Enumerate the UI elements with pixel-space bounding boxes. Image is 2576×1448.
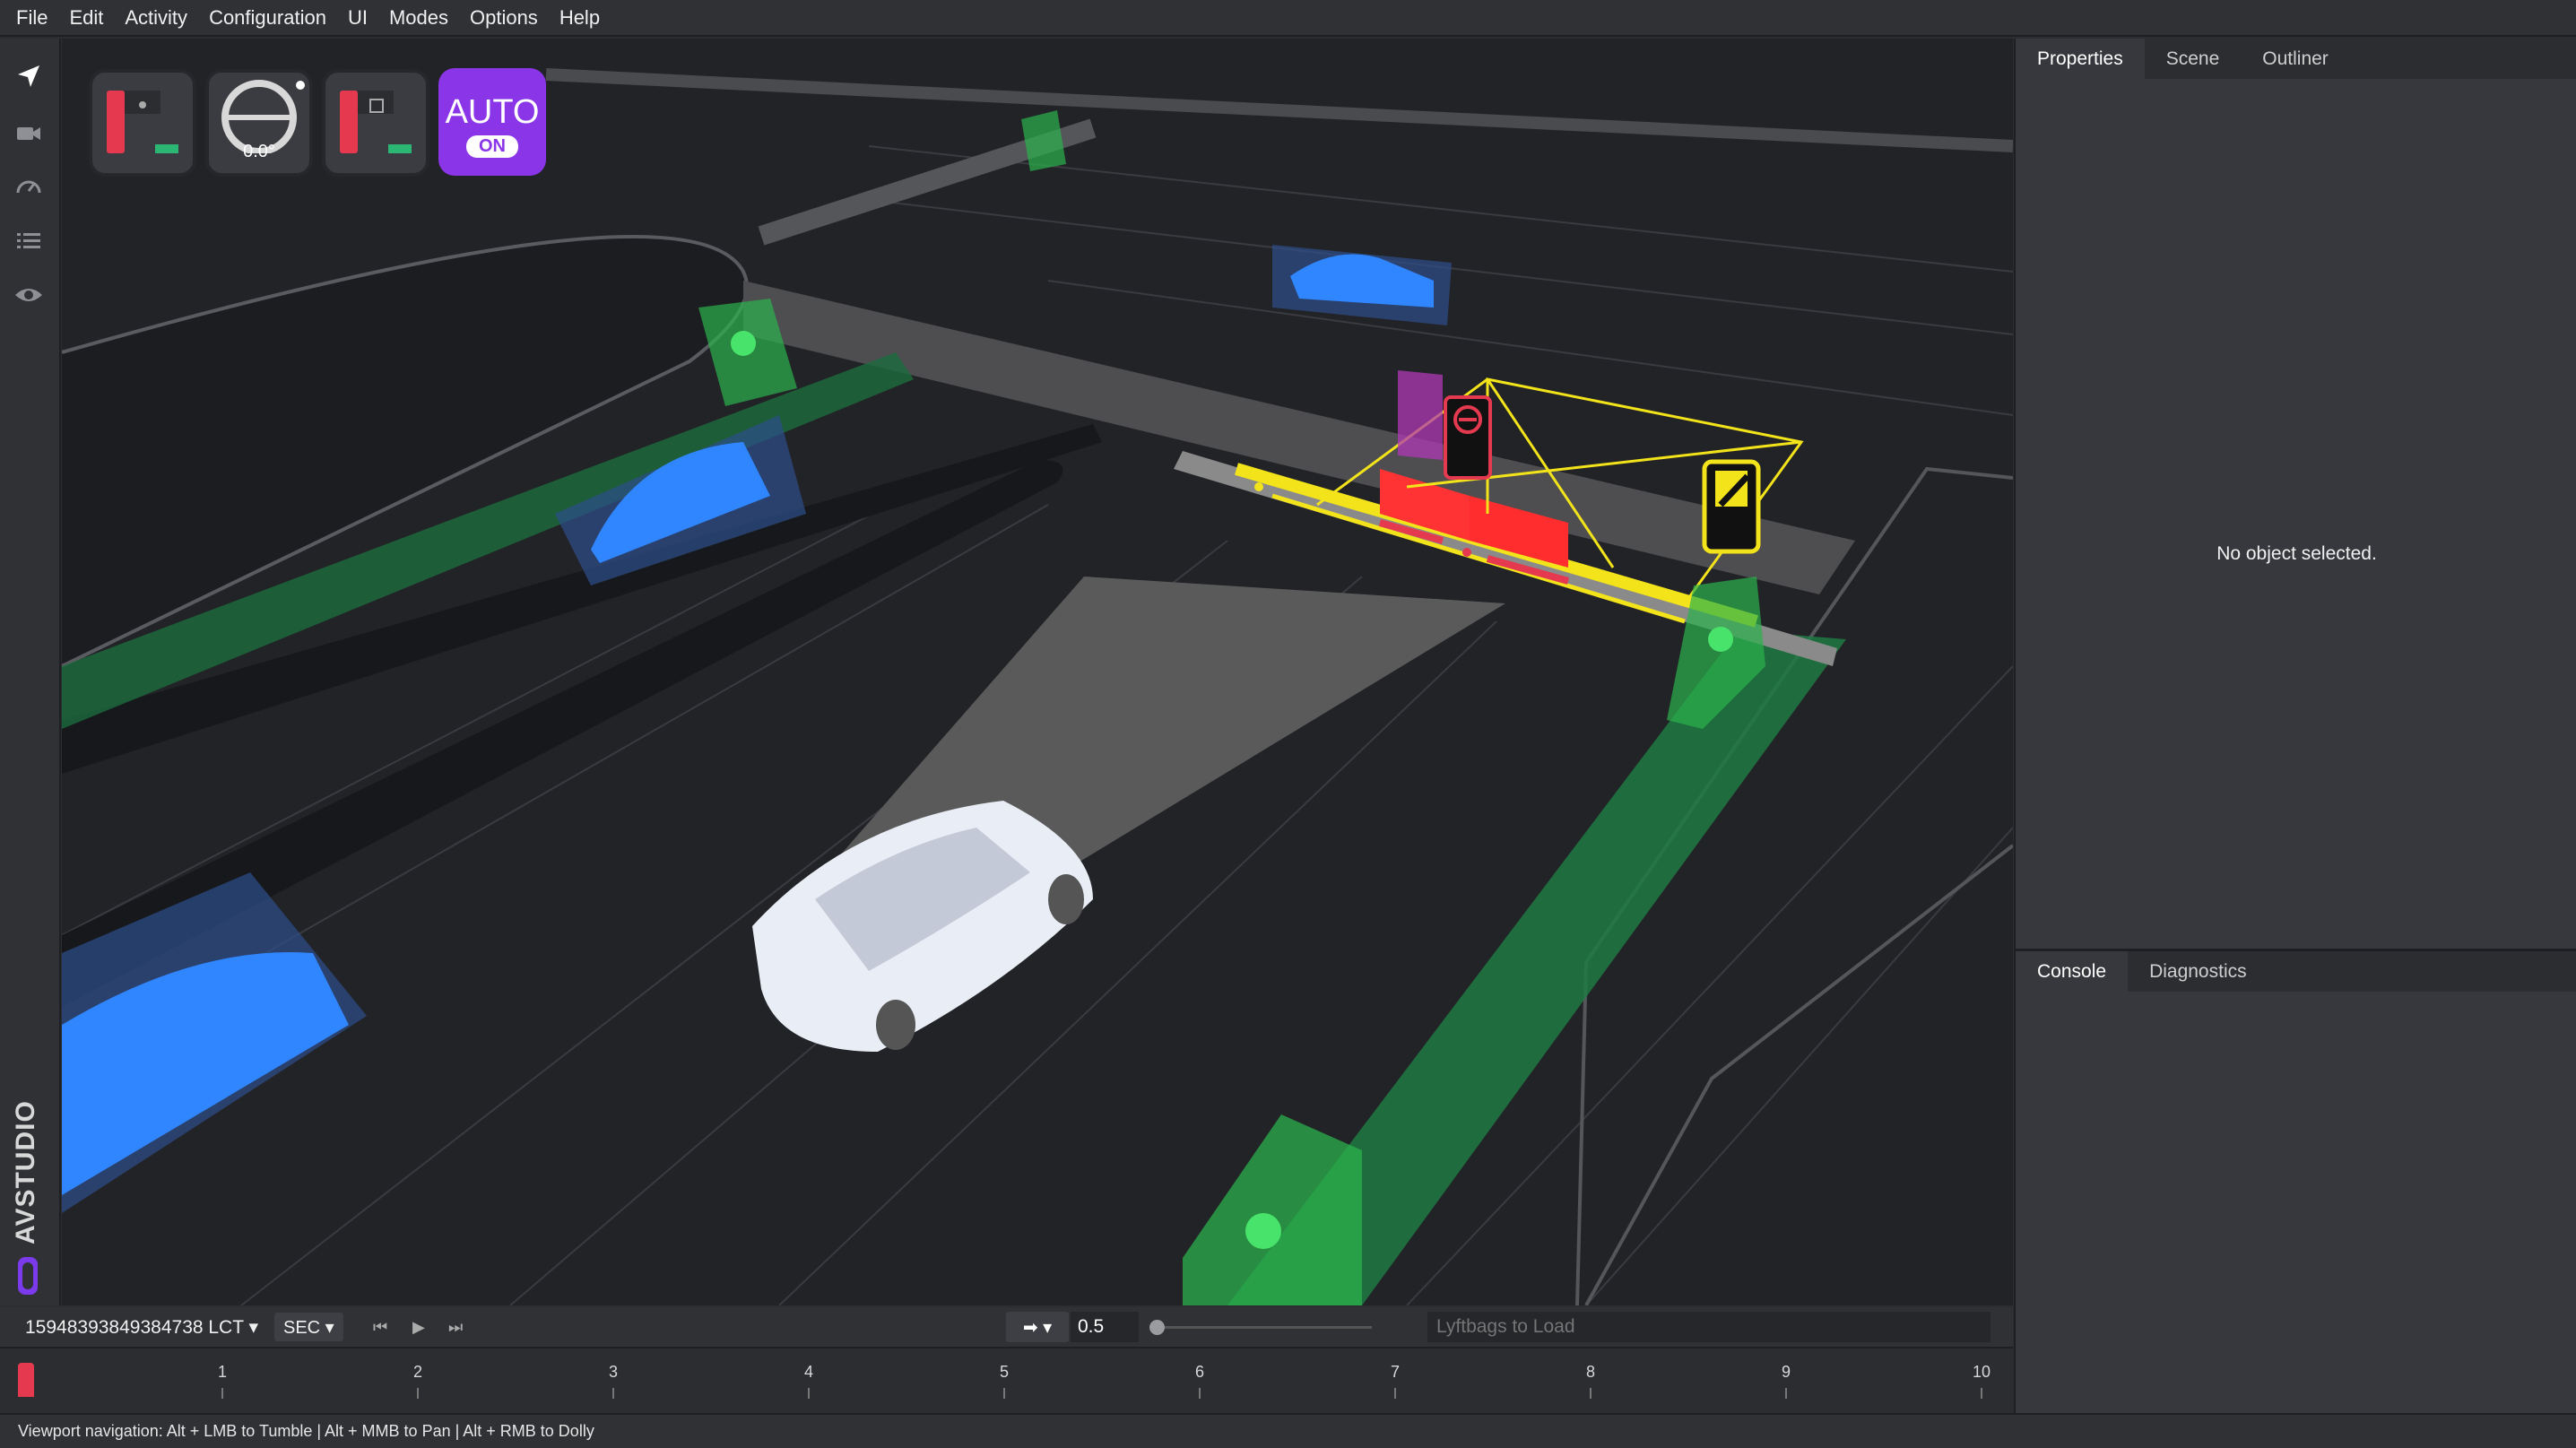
- skip-end-button[interactable]: ⏭: [448, 1318, 463, 1337]
- brand-logo: AVSTUDIO: [11, 1088, 48, 1295]
- tick-label: 10: [1972, 1363, 1991, 1381]
- tick-mark: [1981, 1388, 1982, 1399]
- tab-outliner[interactable]: Outliner: [2241, 39, 2350, 79]
- tick-label: 4: [803, 1363, 814, 1381]
- accessibility-icon: [107, 91, 178, 153]
- right-panel: Properties Scene Outliner No object sele…: [2014, 39, 2576, 1413]
- playback-speed-value[interactable]: 0.5: [1071, 1312, 1139, 1342]
- properties-panel: No object selected.: [2016, 79, 2576, 989]
- scene-render: [62, 39, 2013, 1305]
- steering-angle: 0.0°: [243, 142, 275, 161]
- playback-direction-button[interactable]: ➡ ▾: [1006, 1312, 1069, 1342]
- menu-bar: File Edit Activity Configuration UI Mode…: [0, 0, 2576, 37]
- tick-label: 3: [608, 1363, 619, 1381]
- tab-properties[interactable]: Properties: [2016, 39, 2145, 79]
- pedestrian-box-magenta: [1398, 370, 1443, 460]
- frame-id-value: 15948393849384738 LCT: [25, 1316, 244, 1338]
- status-bar: Viewport navigation: Alt + LMB to Tumble…: [0, 1413, 2576, 1448]
- lyftbags-load-input[interactable]: [1427, 1312, 1991, 1342]
- eye-icon: [15, 289, 42, 301]
- brake-icon: [340, 91, 412, 153]
- brand-mark-icon: [18, 1257, 38, 1295]
- menu-modes[interactable]: Modes: [389, 6, 448, 30]
- menu-ui[interactable]: UI: [348, 6, 368, 30]
- autonomy-mode-badge[interactable]: AUTO ON: [438, 68, 546, 176]
- transport-bar: 15948393849384738 LCT ▾ SEC ▾ ⏮ ▶ ⏭ ➡ ▾ …: [0, 1307, 2013, 1347]
- arrow-right-icon: ➡ ▾: [1022, 1317, 1053, 1338]
- speed-slider-track[interactable]: [1157, 1326, 1372, 1329]
- tick-mark: [1003, 1388, 1005, 1399]
- console-panel: [2016, 992, 2576, 1413]
- empty-selection-message: No object selected.: [2216, 543, 2377, 564]
- brand-name: AVSTUDIO: [11, 1100, 40, 1244]
- camera-icon: [17, 127, 40, 140]
- tick-label: 1: [217, 1363, 228, 1381]
- frame-id-dropdown[interactable]: 15948393849384738 LCT ▾: [25, 1316, 258, 1339]
- accessibility-gauge: [89, 69, 196, 177]
- tick-mark: [1394, 1388, 1396, 1399]
- tick-mark: [1785, 1388, 1787, 1399]
- time-unit-dropdown[interactable]: SEC ▾: [274, 1313, 343, 1341]
- tick-mark: [612, 1388, 614, 1399]
- properties-tabbar: Properties Scene Outliner: [2016, 39, 2576, 79]
- tick-label: 9: [1781, 1363, 1791, 1381]
- brake-gauge: [322, 69, 429, 177]
- time-unit-value: SEC: [283, 1318, 321, 1338]
- menu-edit[interactable]: Edit: [69, 6, 103, 30]
- timeline[interactable]: 1 2 3 4 5 6 7 8 9 10: [0, 1347, 2013, 1411]
- 3d-viewport[interactable]: 0.0° AUTO ON: [62, 39, 2013, 1305]
- camera-tool-button[interactable]: [11, 116, 47, 152]
- tick-mark: [808, 1388, 810, 1399]
- skip-start-button[interactable]: ⏮: [373, 1318, 387, 1337]
- tick-mark: [1199, 1388, 1201, 1399]
- steering-gauge: 0.0°: [205, 69, 313, 177]
- menu-help[interactable]: Help: [559, 6, 600, 30]
- tick-mark: [221, 1388, 223, 1399]
- tick-label: 5: [999, 1363, 1010, 1381]
- menu-file[interactable]: File: [16, 6, 48, 30]
- auto-state: ON: [466, 135, 518, 158]
- list-icon: [17, 233, 40, 248]
- menu-options[interactable]: Options: [470, 6, 538, 30]
- auto-label: AUTO: [445, 93, 540, 131]
- timeline-playhead[interactable]: [18, 1363, 34, 1397]
- speed-slider-knob[interactable]: [1149, 1320, 1165, 1335]
- menu-configuration[interactable]: Configuration: [209, 6, 326, 30]
- tick-label: 8: [1585, 1363, 1596, 1381]
- play-button[interactable]: ▶: [412, 1318, 425, 1337]
- tool-strip: AVSTUDIO: [0, 39, 61, 1305]
- speedometer-tool-button[interactable]: [11, 169, 47, 205]
- tab-diagnostics[interactable]: Diagnostics: [2128, 951, 2268, 992]
- tick-label: 6: [1194, 1363, 1205, 1381]
- menu-activity[interactable]: Activity: [125, 6, 187, 30]
- tab-console[interactable]: Console: [2016, 951, 2129, 992]
- visibility-tool-button[interactable]: [11, 277, 47, 313]
- speedometer-icon: [16, 180, 41, 194]
- navigate-icon: [18, 65, 39, 87]
- tick-mark: [417, 1388, 419, 1399]
- tick-label: 7: [1390, 1363, 1401, 1381]
- tab-scene[interactable]: Scene: [2145, 39, 2242, 79]
- navigate-tool-button[interactable]: [11, 58, 47, 94]
- tick-label: 2: [412, 1363, 423, 1381]
- list-tool-button[interactable]: [11, 223, 47, 259]
- tick-mark: [1590, 1388, 1592, 1399]
- console-tabbar: Console Diagnostics: [2016, 951, 2576, 992]
